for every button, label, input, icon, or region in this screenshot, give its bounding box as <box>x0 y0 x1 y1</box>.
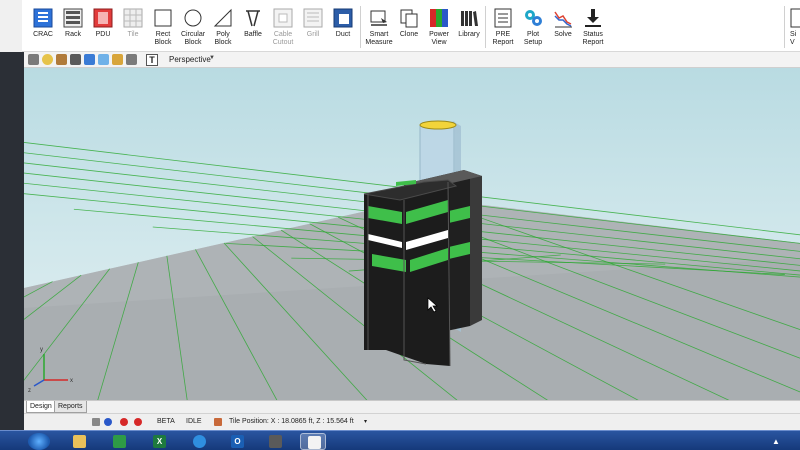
help-icon[interactable] <box>134 418 142 426</box>
grill-icon <box>303 8 323 28</box>
rack-button[interactable]: Rack <box>58 4 88 50</box>
start-button[interactable] <box>28 433 50 450</box>
ribbon-separator <box>784 6 785 48</box>
taskbar-excel[interactable]: X <box>146 433 172 450</box>
library-icon <box>461 11 478 26</box>
axis-label-y: y <box>40 347 43 353</box>
rack-front[interactable] <box>363 179 458 367</box>
axis-label-z: z <box>28 388 31 394</box>
taskbar-tool[interactable] <box>262 433 288 450</box>
taskbar-explorer[interactable] <box>66 433 92 450</box>
idle-label: IDLE <box>186 418 202 425</box>
grill-button[interactable]: Grill <box>298 4 328 50</box>
cable-cutout-icon <box>273 8 293 28</box>
close-icon[interactable] <box>92 418 100 426</box>
pdu-icon <box>93 8 113 28</box>
tab-design[interactable]: Design <box>26 401 56 413</box>
fit-view-icon[interactable] <box>70 54 81 65</box>
smart-measure-button[interactable]: Smart Measure <box>364 4 394 50</box>
print-icon[interactable] <box>28 54 39 65</box>
taskbar-outlook[interactable]: O <box>224 433 250 450</box>
simulation-view-label: Si V <box>790 31 797 46</box>
3d-viewport[interactable]: y x z <box>24 68 800 400</box>
tab-reports[interactable]: Reports <box>54 401 87 413</box>
beta-label: BETA <box>157 418 175 425</box>
crac-button[interactable]: CRAC <box>28 4 58 50</box>
clone-icon <box>400 9 418 28</box>
folder-icon <box>73 435 86 448</box>
baffle-icon <box>246 10 260 27</box>
plot-setup-button[interactable]: Plot Setup <box>518 4 548 50</box>
circular-block-icon <box>184 9 202 27</box>
tile-grid-icon <box>214 418 222 426</box>
status-report-button[interactable]: Status Report <box>578 4 608 50</box>
status-bar: BETA IDLE Tile Position: X : 18.0865 ft,… <box>24 413 800 429</box>
simulation-view-icon <box>790 8 800 28</box>
crac-icon <box>33 8 53 28</box>
cable-cutout-button[interactable]: Cable Cutout <box>268 4 298 50</box>
rack-icon <box>63 8 83 28</box>
application-window: CRAC Rack PDU Tile Rect Block Circular B… <box>0 0 800 450</box>
poly-block-button[interactable]: Poly Block <box>208 4 238 50</box>
text-tool-button[interactable]: T <box>146 54 158 66</box>
tile-icon <box>123 8 143 28</box>
home-icon[interactable] <box>56 54 67 65</box>
pdu-button[interactable]: PDU <box>88 4 118 50</box>
scene-canvas[interactable]: y x z <box>24 68 800 400</box>
status-report-label: Status Report <box>582 31 604 46</box>
os-taskbar: X O ▲ <box>0 430 800 450</box>
tile-position-readout: Tile Position: X : 18.0865 ft, Z : 15.56… <box>229 418 354 425</box>
taskbar-ie[interactable] <box>186 433 212 450</box>
active-app-icon <box>308 436 321 449</box>
smart-measure-icon <box>370 10 387 26</box>
plane-view-icon[interactable] <box>98 54 109 65</box>
power-view-icon <box>430 9 448 27</box>
taskbar-calendar[interactable] <box>106 433 132 450</box>
lightbulb-icon[interactable] <box>42 54 53 65</box>
duct-button[interactable]: Duct <box>328 4 358 50</box>
rect-block-icon <box>154 9 172 27</box>
chevron-down-icon[interactable]: ▼ <box>209 55 215 61</box>
view-mode-select[interactable]: Perspective <box>169 55 211 64</box>
poly-block-icon <box>213 8 232 27</box>
plot-setup-icon <box>525 10 542 26</box>
taskbar-active-app[interactable] <box>300 433 326 450</box>
duct-icon <box>333 8 353 28</box>
error-icon[interactable] <box>120 418 128 426</box>
excel-icon: X <box>153 435 166 448</box>
rotate-view-icon[interactable] <box>84 54 95 65</box>
ribbon-toolbar: CRAC Rack PDU Tile Rect Block Circular B… <box>22 0 800 52</box>
status-report-icon <box>585 9 601 27</box>
zoom-icon[interactable] <box>126 54 137 65</box>
internet-explorer-icon <box>193 435 206 448</box>
pan-hand-icon[interactable] <box>112 54 123 65</box>
axis-label-x: x <box>70 378 73 384</box>
status-dropdown-icon[interactable]: ▾ <box>364 418 367 425</box>
calendar-icon <box>113 435 126 448</box>
power-view-button[interactable]: Power View <box>424 4 454 50</box>
tool-app-icon <box>269 435 282 448</box>
solve-icon <box>554 11 572 28</box>
simulation-view-button[interactable]: Si V <box>788 4 800 50</box>
info-icon[interactable] <box>104 418 112 426</box>
view-tabs: Design Reports <box>24 400 800 413</box>
pre-report-icon <box>494 8 512 28</box>
outlook-icon: O <box>231 435 244 448</box>
tray-arrow-icon[interactable]: ▲ <box>772 437 780 446</box>
view-toolbar: T Perspective ▼ <box>22 52 800 68</box>
left-panel-edge <box>0 52 24 430</box>
